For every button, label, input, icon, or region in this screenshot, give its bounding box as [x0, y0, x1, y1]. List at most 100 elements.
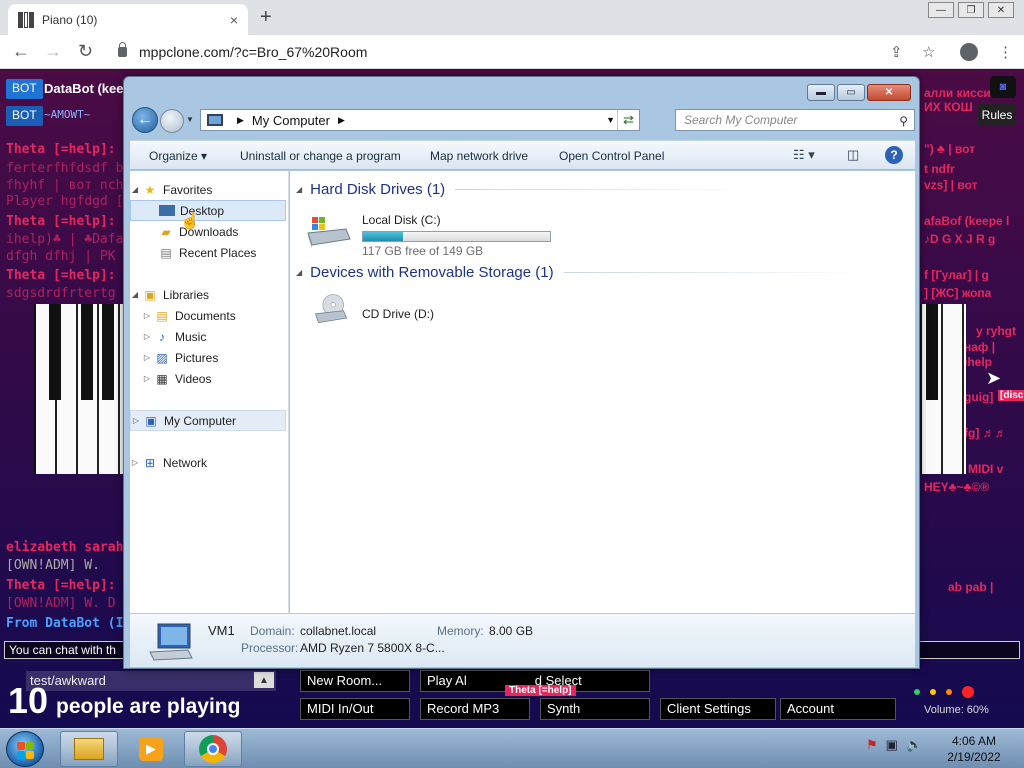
collapse-triangle-icon[interactable]: ◢: [296, 185, 302, 194]
nav-desktop[interactable]: Desktop: [130, 200, 286, 221]
chat-line: ihelp)♣ | ♣DafaB: [6, 232, 132, 247]
client-settings-button[interactable]: Client Settings: [660, 698, 776, 720]
back-button[interactable]: ←: [132, 107, 158, 133]
command-bar: Organize ▾ Uninstall or change a program…: [130, 140, 915, 170]
drive-c-usage-fill: [363, 232, 404, 241]
nav-documents[interactable]: ▷ ▤ Documents: [130, 305, 286, 326]
nav-label: My Computer: [164, 413, 237, 428]
nav-favorites[interactable]: ◢ ★ Favorites: [130, 179, 286, 200]
computer-icon: [149, 623, 193, 661]
taskbar-media-player-button[interactable]: ▶: [122, 731, 180, 767]
desktop-icon: [159, 205, 175, 216]
organize-button[interactable]: Organize ▾: [149, 149, 207, 163]
speaker-icon[interactable]: 🔈: [906, 737, 922, 753]
profile-avatar-icon[interactable]: [960, 43, 978, 61]
search-icon[interactable]: ⚲: [899, 114, 908, 128]
help-icon[interactable]: ?: [885, 146, 903, 164]
url-text: mppclone.com/?c=Bro_67%20Room: [139, 44, 368, 60]
taskbar-clock[interactable]: 4:06 AM 2/19/2022: [946, 733, 1002, 765]
action-center-flag-icon[interactable]: ⚑: [866, 737, 878, 753]
network-tray-icon[interactable]: ▣: [886, 737, 898, 753]
nav-music[interactable]: ▷ ♪ Music: [130, 326, 286, 347]
reload-icon[interactable]: ↻: [78, 41, 93, 62]
record-mp3-button[interactable]: Record MP3: [420, 698, 530, 720]
expand-triangle-icon[interactable]: ▷: [131, 416, 141, 425]
forward-button[interactable]: [160, 109, 184, 133]
address-dropdown-icon[interactable]: ▼: [606, 115, 615, 125]
bookmark-star-icon[interactable]: ☆: [922, 43, 935, 61]
chevron-up-icon[interactable]: ▲: [254, 672, 274, 688]
nav-pictures[interactable]: ▷ ▨ Pictures: [130, 347, 286, 368]
disc-tag: [disc: [998, 390, 1024, 401]
expand-triangle-icon[interactable]: ▷: [142, 374, 152, 383]
chat-line: [OWN!ADM] W. D: [6, 596, 116, 611]
midi-button[interactable]: MIDI In/Out: [300, 698, 410, 720]
expand-triangle-icon[interactable]: ▷: [142, 353, 152, 362]
close-button[interactable]: ✕: [988, 2, 1014, 18]
nav-network[interactable]: ▷ ⊞ Network: [130, 452, 286, 473]
collapse-triangle-icon[interactable]: ◢: [296, 268, 302, 277]
account-button[interactable]: Account: [780, 698, 896, 720]
navigation-pane: ◢ ★ Favorites Desktop ▰ Downloads ▤ Recent P…: [130, 171, 289, 613]
nav-recent-places[interactable]: ▤ Recent Places: [130, 242, 286, 263]
browser-tab[interactable]: Piano (10) ×: [8, 4, 248, 35]
drive-c-usage-bar: [362, 231, 551, 242]
maximize-icon[interactable]: ▭: [837, 84, 865, 101]
minimize-button[interactable]: —: [928, 2, 954, 18]
uninstall-button[interactable]: Uninstall or change a program: [240, 149, 401, 163]
group-header-removable[interactable]: ◢ Devices with Removable Storage (1): [296, 264, 864, 281]
explorer-address-bar[interactable]: ▶ My Computer ▶ ▼ ⇄: [200, 109, 640, 131]
memory-value: 8.00 GB: [489, 624, 534, 638]
expand-triangle-icon[interactable]: ◢: [130, 290, 140, 299]
nav-label: Music: [175, 329, 207, 344]
folder-icon: [74, 738, 104, 760]
piano-keys-left[interactable]: [34, 304, 124, 474]
new-room-button[interactable]: New Room...: [300, 670, 410, 692]
piano-keys-right[interactable]: [920, 304, 966, 474]
new-tab-button[interactable]: +: [260, 6, 272, 29]
rules-button[interactable]: Rules: [978, 104, 1016, 126]
minimize-icon[interactable]: ▬: [807, 84, 835, 101]
explorer-search-input[interactable]: Search My Computer ⚲: [675, 109, 915, 131]
mouse-cursor-icon: ➤: [986, 368, 1002, 388]
start-button-windows-icon[interactable]: [6, 731, 44, 767]
nav-downloads[interactable]: ▰ Downloads: [130, 221, 286, 242]
players-text: people are playing: [56, 695, 241, 718]
nav-label: Videos: [175, 371, 212, 386]
chat-line: afaBof (keepe l: [924, 214, 1010, 228]
discord-icon[interactable]: ◙: [990, 76, 1016, 98]
group-header-hdd[interactable]: ◢ Hard Disk Drives (1): [296, 181, 756, 198]
expand-triangle-icon[interactable]: ◢: [130, 185, 140, 194]
nav-my-computer[interactable]: ▷ ▣ My Computer: [130, 410, 286, 431]
nav-libraries[interactable]: ◢ ▣ Libraries: [130, 284, 286, 305]
volume-label[interactable]: Volume: 60%: [924, 704, 989, 716]
memory-label: Memory:: [437, 624, 484, 638]
synth-button[interactable]: Synth: [540, 698, 650, 720]
back-arrow-icon[interactable]: ←: [12, 41, 30, 62]
address-bar[interactable]: mppclone.com/?c=Bro_67%20Room: [110, 39, 886, 65]
restore-button[interactable]: ❐: [958, 2, 984, 18]
chevron-right-icon[interactable]: ▶: [338, 115, 345, 126]
view-options-icon[interactable]: ☷ ▾: [793, 147, 815, 163]
chevron-right-icon[interactable]: ▶: [237, 115, 244, 126]
nav-videos[interactable]: ▷ ▦ Videos: [130, 368, 286, 389]
map-drive-button[interactable]: Map network drive: [430, 149, 528, 163]
close-icon[interactable]: ✕: [867, 84, 911, 101]
refresh-icon[interactable]: ⇄: [617, 110, 639, 130]
expand-triangle-icon[interactable]: ▷: [130, 458, 140, 467]
control-panel-button[interactable]: Open Control Panel: [559, 149, 664, 163]
taskbar-explorer-button[interactable]: [60, 731, 118, 767]
preview-pane-icon[interactable]: ◫: [847, 147, 859, 163]
group-title: Hard Disk Drives (1): [310, 181, 446, 198]
tab-close-icon[interactable]: ×: [230, 12, 238, 28]
expand-triangle-icon[interactable]: ▷: [142, 311, 152, 320]
share-icon[interactable]: ⇪: [890, 43, 903, 61]
forward-arrow-icon[interactable]: →: [44, 41, 62, 62]
recent-pages-dropdown-icon[interactable]: ▼: [186, 115, 194, 124]
menu-kebab-icon[interactable]: ⋮: [998, 43, 1013, 61]
taskbar-chrome-button[interactable]: [184, 731, 242, 767]
expand-triangle-icon[interactable]: ▷: [142, 332, 152, 341]
search-placeholder: Search My Computer: [684, 113, 798, 127]
downloads-folder-icon: ▰: [161, 224, 171, 239]
play-alone-label: Play Al: [427, 673, 467, 688]
